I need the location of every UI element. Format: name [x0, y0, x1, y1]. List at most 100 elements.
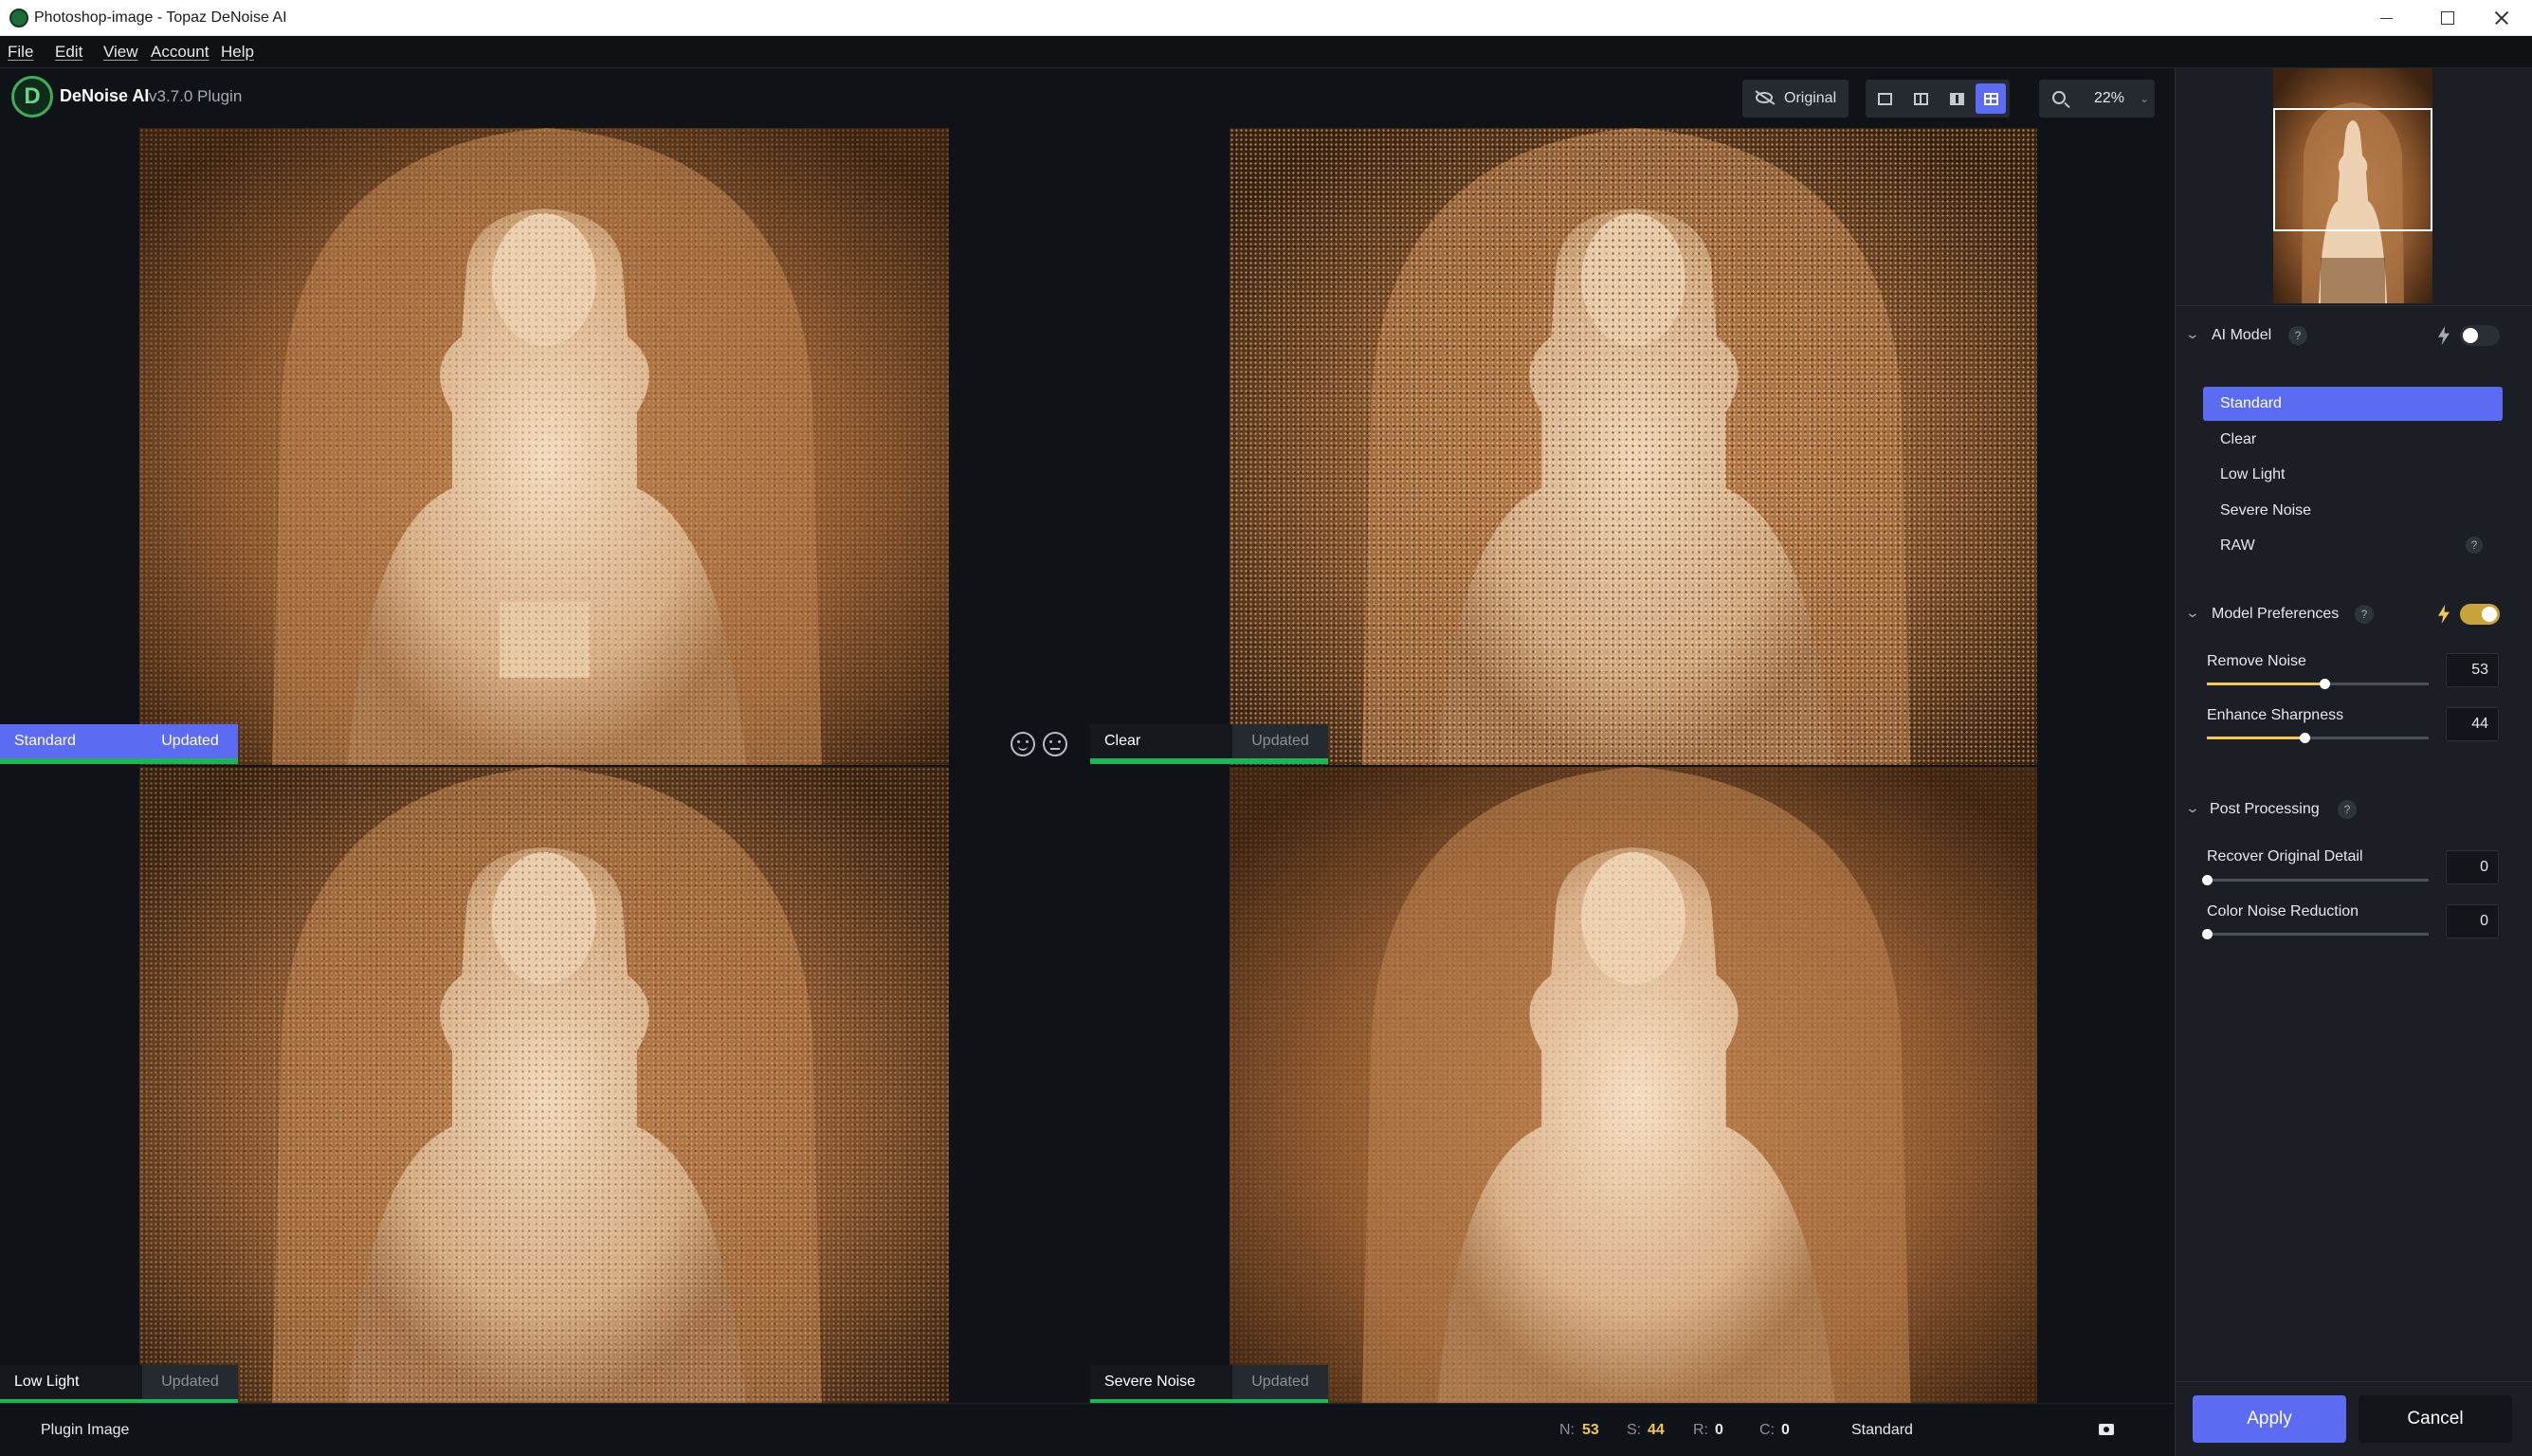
status-bar: Plugin Image N: 53 S: 44 R: 0 C: 0 Stand…	[0, 1403, 2175, 1456]
zoom-control[interactable]: 22% ⌄	[2039, 80, 2155, 118]
menu-help[interactable]: Help	[221, 36, 254, 68]
panel-name: Low Light	[0, 1365, 142, 1399]
panel-label-standard[interactable]: Standard Updated	[0, 724, 238, 764]
comparison-view-button[interactable]	[1976, 83, 2006, 114]
zoom-level: 22%	[2094, 90, 2125, 106]
auto-model-toggle[interactable]	[2460, 325, 2500, 346]
remove-noise-slider[interactable]	[2207, 679, 2429, 689]
menu-view[interactable]: View	[103, 36, 138, 68]
divider	[2177, 305, 2532, 306]
panel-status: Updated	[142, 724, 238, 758]
denoise-logo-icon: D	[11, 76, 53, 118]
preview-standard[interactable]	[139, 128, 949, 765]
menu-account[interactable]: Account	[151, 36, 209, 68]
enhance-sharpness-value[interactable]	[2446, 707, 2499, 741]
side-by-side-icon	[1950, 93, 1964, 105]
recover-detail-slider[interactable]	[2202, 875, 2429, 885]
auto-preferences-toggle[interactable]	[2460, 604, 2500, 625]
chevron-down-icon: ⌄	[2140, 92, 2150, 105]
navigator-viewport-frame[interactable]	[2273, 108, 2432, 231]
noise-value: 53	[1582, 1422, 1599, 1438]
slider-thumb[interactable]	[2202, 875, 2213, 885]
panel-status: Updated	[1232, 1365, 1328, 1399]
sharpness-value: 44	[1648, 1422, 1665, 1438]
original-toggle-button[interactable]: Original	[1742, 80, 1849, 118]
slider-fill	[2207, 682, 2325, 685]
color-key: C:	[1759, 1422, 1775, 1438]
panel-label-severe-noise[interactable]: Severe Noise Updated	[1090, 1365, 1328, 1405]
panel-label-clear[interactable]: Clear Updated	[1090, 724, 1328, 764]
topaz-app-icon	[9, 9, 28, 27]
single-view-icon	[1878, 93, 1892, 105]
recover-value: 0	[1715, 1422, 1723, 1438]
remove-noise-value[interactable]	[2446, 653, 2499, 687]
toggle-knob	[2463, 328, 2478, 343]
color-noise-value[interactable]	[2446, 904, 2499, 938]
close-window-button[interactable]	[2473, 0, 2532, 36]
window-titlebar: Photoshop-image - Topaz DeNoise AI	[0, 0, 2532, 36]
model-preferences-title: Model Preferences	[2212, 606, 2340, 622]
enhance-sharpness-label: Enhance Sharpness	[2207, 707, 2344, 723]
app-version: v3.7.0 Plugin	[149, 87, 243, 105]
maximize-button[interactable]	[2417, 0, 2476, 36]
preview-clear[interactable]	[1230, 128, 2037, 765]
window-title: Photoshop-image - Topaz DeNoise AI	[34, 9, 287, 26]
help-icon[interactable]: ?	[2338, 800, 2357, 819]
panel-progress-bar	[0, 758, 238, 764]
model-option-severe-noise[interactable]: Severe Noise	[2203, 494, 2503, 528]
model-option-clear[interactable]: Clear	[2203, 423, 2503, 457]
noise-overlay	[1230, 767, 2037, 1403]
chevron-down-icon[interactable]: ⌄	[2185, 326, 2200, 342]
recover-detail-label: Recover Original Detail	[2207, 848, 2363, 864]
smile-feedback-icon[interactable]	[1011, 732, 1035, 756]
preview-severe-noise[interactable]	[1230, 767, 2037, 1403]
eye-off-icon	[1756, 92, 1773, 103]
chevron-down-icon[interactable]: ⌄	[2185, 800, 2200, 816]
comparison-view-icon	[1984, 93, 1998, 105]
slider-thumb[interactable]	[2320, 679, 2331, 689]
help-icon[interactable]: ?	[2288, 326, 2307, 345]
color-value: 0	[1781, 1422, 1790, 1438]
toggle-knob	[2482, 607, 2497, 622]
current-model: Standard	[1851, 1422, 1913, 1438]
raw-help-icon[interactable]: ?	[2466, 537, 2483, 554]
model-option-low-light[interactable]: Low Light	[2203, 458, 2503, 492]
panel-label-low-light[interactable]: Low Light Updated	[0, 1365, 238, 1405]
menu-edit[interactable]: Edit	[55, 36, 82, 68]
noise-overlay	[139, 128, 949, 765]
neutral-feedback-icon[interactable]	[1043, 732, 1067, 756]
single-view-button[interactable]	[1869, 83, 1900, 114]
menu-bar: File Edit View Account Help	[0, 36, 2532, 68]
divider	[2177, 1381, 2532, 1382]
help-icon[interactable]: ?	[2355, 605, 2374, 624]
chevron-down-icon[interactable]: ⌄	[2185, 605, 2200, 621]
menu-file[interactable]: File	[8, 36, 33, 68]
minimize-button[interactable]	[2358, 0, 2416, 36]
panel-status: Updated	[1232, 724, 1328, 758]
model-option-raw[interactable]: RAW	[2203, 529, 2503, 563]
recover-detail-value[interactable]	[2446, 850, 2499, 884]
noise-overlay	[139, 767, 949, 1403]
color-noise-slider[interactable]	[2202, 929, 2429, 939]
panel-name: Standard	[0, 724, 142, 758]
original-label: Original	[1784, 90, 1837, 106]
preview-low-light[interactable]	[139, 767, 949, 1403]
model-option-standard[interactable]: Standard	[2203, 387, 2503, 421]
slider-thumb[interactable]	[2299, 733, 2310, 743]
noise-key: N:	[1559, 1422, 1575, 1438]
plugin-image-label: Plugin Image	[41, 1422, 130, 1438]
sharpness-key: S:	[1627, 1422, 1642, 1438]
apply-button[interactable]: Apply	[2193, 1395, 2346, 1443]
app-name: DeNoise AI	[60, 86, 150, 105]
cancel-button[interactable]: Cancel	[2359, 1395, 2512, 1443]
preview-camera-icon[interactable]	[2099, 1424, 2114, 1435]
ai-model-title: AI Model	[2212, 327, 2272, 343]
side-by-side-view-button[interactable]	[1941, 83, 1972, 114]
split-view-button[interactable]	[1905, 83, 1936, 114]
enhance-sharpness-slider[interactable]	[2207, 733, 2429, 743]
slider-fill	[2207, 737, 2304, 739]
panel-status: Updated	[142, 1365, 238, 1399]
slider-thumb[interactable]	[2202, 929, 2213, 939]
post-processing-title: Post Processing	[2210, 801, 2320, 817]
panel-progress-bar	[1090, 758, 1328, 764]
